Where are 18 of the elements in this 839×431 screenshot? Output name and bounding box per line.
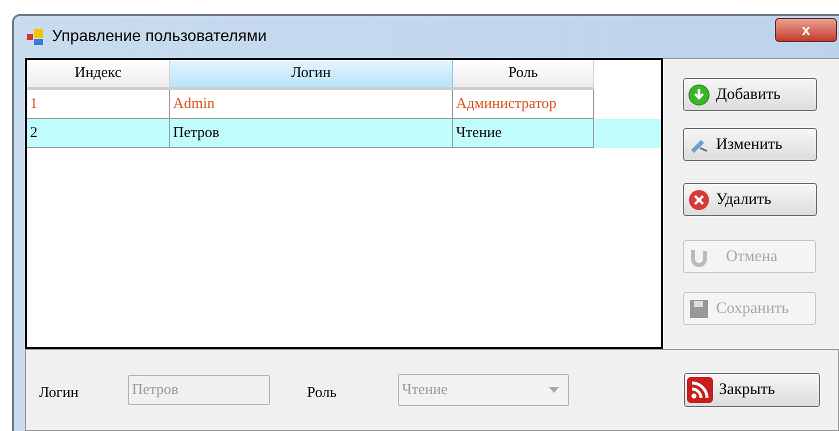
- close-button[interactable]: Закрыть: [684, 373, 820, 407]
- role-label: Роль: [307, 384, 338, 403]
- delete-icon: [688, 188, 710, 210]
- add-button[interactable]: Добавить: [683, 78, 817, 111]
- column-header[interactable]: Роль: [453, 60, 594, 90]
- login-label: Логин: [39, 384, 80, 403]
- table-cell: Чтение: [453, 119, 594, 148]
- column-header[interactable]: Логин: [170, 60, 453, 90]
- dropdown-arrow-icon: [549, 387, 559, 393]
- column-header[interactable]: Индекс: [27, 60, 170, 90]
- table-cell: 2: [27, 119, 170, 148]
- feed-icon: [687, 377, 713, 403]
- app-icon: [26, 28, 44, 46]
- close-button[interactable]: x: [775, 18, 837, 42]
- table-cell: Петров: [170, 119, 453, 148]
- edit-button[interactable]: Изменить: [683, 128, 817, 161]
- window-title: Управление пользователями: [52, 27, 267, 47]
- delete-button[interactable]: Удалить: [683, 183, 817, 216]
